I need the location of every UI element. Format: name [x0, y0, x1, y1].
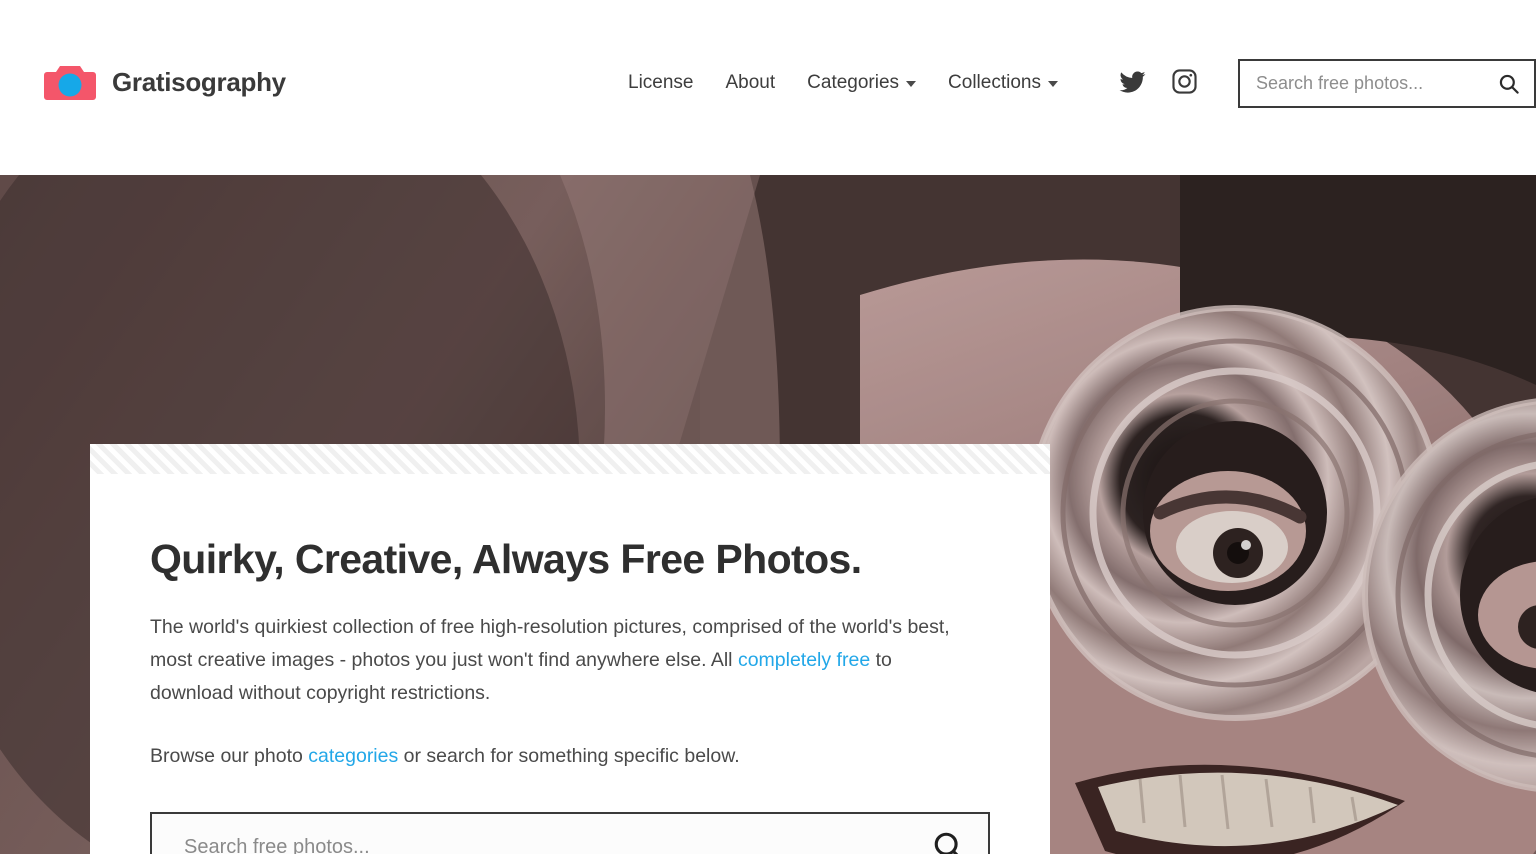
- brand-name: Gratisography: [112, 66, 286, 97]
- brand-logo-link[interactable]: Gratisography: [44, 62, 286, 102]
- search-icon[interactable]: [932, 830, 966, 854]
- nav-item-collections[interactable]: Collections: [932, 68, 1074, 98]
- browse-text-part-2: or search for something specific below.: [398, 745, 740, 768]
- instagram-link[interactable]: [1171, 68, 1198, 95]
- hero-card: Quirky, Creative, Always Free Photos. Th…: [90, 444, 1050, 854]
- nav-item-categories[interactable]: Categories: [791, 68, 932, 98]
- nav-item-label: License: [628, 72, 694, 93]
- completely-free-link[interactable]: completely free: [738, 649, 870, 671]
- site-header: Gratisography License About Categories C…: [0, 0, 1536, 175]
- nav-item-label: Categories: [807, 72, 900, 93]
- chevron-down-icon: [1047, 81, 1058, 87]
- main-search-input[interactable]: [184, 835, 932, 854]
- nav-item-license[interactable]: License: [612, 68, 710, 98]
- hero-section: Quirky, Creative, Always Free Photos. Th…: [0, 175, 1536, 854]
- browse-paragraph: Browse our photo categories or search fo…: [150, 740, 980, 773]
- chevron-down-icon: [906, 81, 917, 87]
- header-search-box[interactable]: [1238, 59, 1536, 108]
- header-search-input[interactable]: [1256, 73, 1498, 94]
- categories-link[interactable]: categories: [308, 745, 398, 767]
- twitter-icon: [1118, 70, 1147, 99]
- browse-text-part-1: Browse our photo: [150, 745, 309, 768]
- card-content: Quirky, Creative, Always Free Photos. Th…: [90, 474, 1050, 854]
- camera-icon: [44, 62, 96, 102]
- search-icon[interactable]: [1498, 73, 1520, 95]
- social-links: [1118, 68, 1198, 95]
- nav-item-label: Collections: [948, 72, 1041, 93]
- intro-paragraph: The world's quirkiest collection of free…: [150, 611, 980, 709]
- page-title: Quirky, Creative, Always Free Photos.: [150, 536, 862, 582]
- nav-item-label: About: [725, 72, 776, 93]
- instagram-icon: [1171, 69, 1198, 99]
- main-nav: License About Categories Collections: [612, 68, 1074, 98]
- twitter-link[interactable]: [1118, 69, 1147, 95]
- main-search-box[interactable]: [150, 812, 990, 854]
- card-top-stripe-band: [90, 444, 1050, 474]
- nav-item-about[interactable]: About: [710, 68, 792, 98]
